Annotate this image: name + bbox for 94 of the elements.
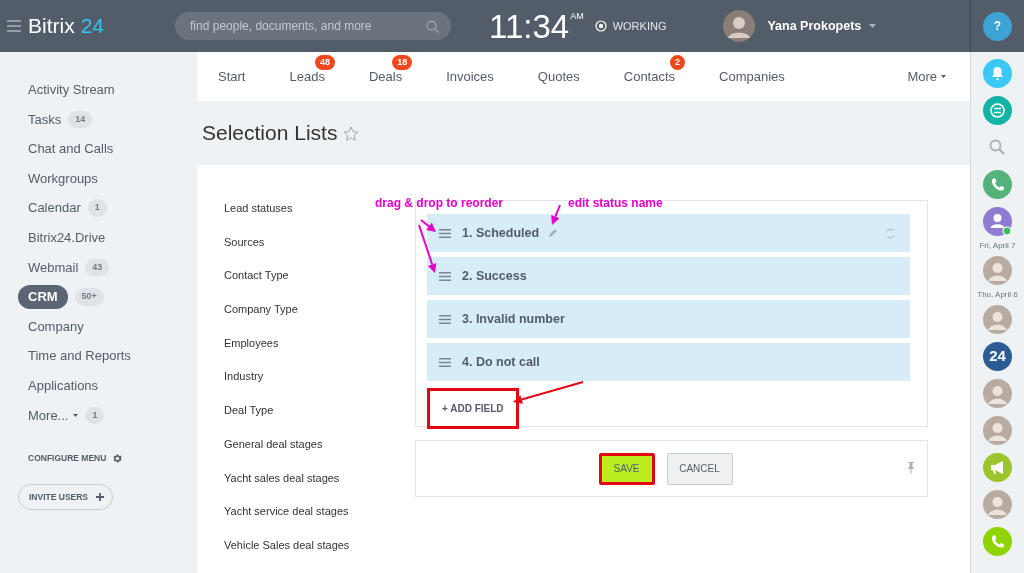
logo-text: Bitrix bbox=[28, 14, 75, 38]
counter: 1 bbox=[87, 199, 107, 217]
drag-handle-icon[interactable] bbox=[439, 228, 451, 238]
category-item[interactable]: Employees bbox=[224, 336, 279, 349]
nav-tab[interactable]: Start bbox=[218, 68, 246, 84]
status-row[interactable]: 3. Invalid number bbox=[427, 300, 910, 338]
category-item[interactable]: Company Type bbox=[224, 303, 298, 316]
search-icon bbox=[426, 20, 440, 33]
category-item[interactable]: Sources bbox=[224, 235, 265, 248]
drag-handle-icon[interactable] bbox=[439, 314, 451, 324]
more-tab[interactable]: More bbox=[907, 66, 946, 87]
counter: 48 bbox=[314, 54, 335, 71]
counter: 43 bbox=[85, 258, 110, 277]
status-name: 3. Invalid number bbox=[462, 310, 565, 328]
phone-icon[interactable] bbox=[983, 527, 1012, 556]
date-label: Thu, April 6 bbox=[977, 289, 1018, 301]
bell-icon[interactable] bbox=[983, 59, 1012, 88]
counter: 14 bbox=[68, 110, 93, 129]
status-row[interactable]: 1. Scheduled bbox=[427, 214, 910, 252]
megaphone-icon[interactable] bbox=[983, 453, 1012, 482]
status-name: 4. Do not call bbox=[462, 353, 540, 371]
sidebar-item[interactable]: More... bbox=[28, 405, 69, 426]
nav-tab[interactable]: Leads bbox=[289, 68, 325, 84]
drag-handle-icon[interactable] bbox=[439, 357, 451, 367]
avatar[interactable] bbox=[983, 490, 1012, 519]
avatar[interactable] bbox=[983, 305, 1012, 334]
annotation-text: edit status name bbox=[568, 195, 663, 212]
user-name[interactable]: Yana Prokopets bbox=[767, 16, 862, 36]
pencil-icon[interactable] bbox=[548, 228, 558, 238]
menu-icon[interactable] bbox=[7, 20, 21, 32]
add-field-button[interactable]: + ADD FIELD bbox=[427, 388, 519, 429]
page-title: Selection Lists bbox=[202, 120, 338, 147]
annotation-arrow bbox=[513, 381, 584, 404]
category-item[interactable]: General deal stages bbox=[224, 437, 323, 450]
configure-menu-link[interactable]: CONFIGURE MENU bbox=[28, 452, 107, 465]
counter: 50+ bbox=[74, 288, 104, 306]
status-name: 2. Success bbox=[462, 267, 527, 285]
search-field[interactable]: find people, documents, and more bbox=[175, 12, 452, 40]
date-label: Fri, April 7 bbox=[979, 240, 1016, 252]
work-status[interactable]: WORKING bbox=[612, 17, 667, 35]
sidebar-item[interactable]: Time and Reports bbox=[28, 346, 131, 366]
caret-icon bbox=[941, 75, 946, 78]
logo-number: 24 bbox=[80, 14, 105, 38]
sidebar-item[interactable]: Applications bbox=[28, 376, 99, 396]
settings-icon[interactable] bbox=[112, 453, 124, 464]
sidebar-item[interactable]: CRM bbox=[18, 285, 68, 309]
category-item[interactable]: Contact Type bbox=[224, 269, 289, 282]
refresh-icon[interactable] bbox=[885, 227, 896, 239]
sidebar-item[interactable]: Tasks bbox=[28, 109, 62, 130]
nav-tab[interactable]: Quotes bbox=[537, 68, 580, 84]
plus-icon bbox=[96, 492, 105, 501]
cancel-button[interactable]: CANCEL bbox=[666, 452, 733, 485]
avatar[interactable] bbox=[983, 379, 1012, 408]
pin-icon[interactable] bbox=[907, 462, 915, 474]
avatar[interactable] bbox=[983, 416, 1012, 445]
caret-icon[interactable] bbox=[73, 413, 79, 417]
record-icon[interactable] bbox=[594, 20, 607, 32]
category-item[interactable]: Lead statuses bbox=[224, 202, 293, 214]
drag-handle-icon[interactable] bbox=[439, 271, 451, 281]
sidebar-item[interactable]: Activity Stream bbox=[28, 80, 115, 100]
annotation-arrow bbox=[551, 204, 561, 225]
nav-tab[interactable]: Companies bbox=[719, 68, 785, 84]
contact-icon[interactable] bbox=[983, 207, 1012, 236]
app-icon[interactable]: 24 bbox=[983, 342, 1012, 371]
annotation-text: drag & drop to reorder bbox=[375, 195, 503, 212]
counter: 1 bbox=[85, 406, 105, 425]
phone-icon[interactable] bbox=[983, 170, 1012, 199]
sidebar-item[interactable]: Webmail bbox=[28, 257, 79, 278]
avatar[interactable] bbox=[983, 256, 1012, 285]
sidebar-item[interactable]: Workgroups bbox=[28, 168, 98, 189]
caret-icon[interactable] bbox=[869, 24, 877, 28]
category-item[interactable]: Vehicle Sales deal stages bbox=[224, 538, 350, 551]
sidebar-item[interactable]: Chat and Calls bbox=[28, 139, 114, 159]
counter: 2 bbox=[670, 54, 686, 71]
clock-meridiem: AM bbox=[570, 9, 584, 23]
nav-tab[interactable]: Deals bbox=[368, 68, 403, 84]
clock-time: 11:34 bbox=[489, 9, 570, 43]
chat-icon[interactable] bbox=[983, 96, 1012, 125]
category-item[interactable]: Industry bbox=[224, 370, 264, 383]
category-item[interactable]: Yacht service deal stages bbox=[224, 505, 349, 518]
category-item[interactable]: Yacht sales deal stages bbox=[224, 471, 340, 484]
counter: 18 bbox=[392, 54, 413, 71]
nav-tab[interactable]: Contacts bbox=[623, 68, 676, 84]
sidebar-item[interactable]: Bitrix24.Drive bbox=[28, 228, 106, 248]
sidebar-item[interactable]: Company bbox=[28, 316, 84, 337]
star-icon[interactable] bbox=[343, 125, 360, 141]
status-row[interactable]: 2. Success bbox=[427, 257, 910, 295]
status-row[interactable]: 4. Do not call bbox=[427, 343, 910, 381]
sidebar-item[interactable]: Calendar bbox=[28, 198, 81, 218]
status-name: 1. Scheduled bbox=[462, 224, 540, 242]
avatar[interactable] bbox=[723, 10, 756, 42]
save-button[interactable]: SAVE bbox=[598, 452, 655, 485]
nav-tab[interactable]: Invoices bbox=[446, 68, 494, 84]
category-item[interactable]: Deal Type bbox=[224, 404, 274, 417]
